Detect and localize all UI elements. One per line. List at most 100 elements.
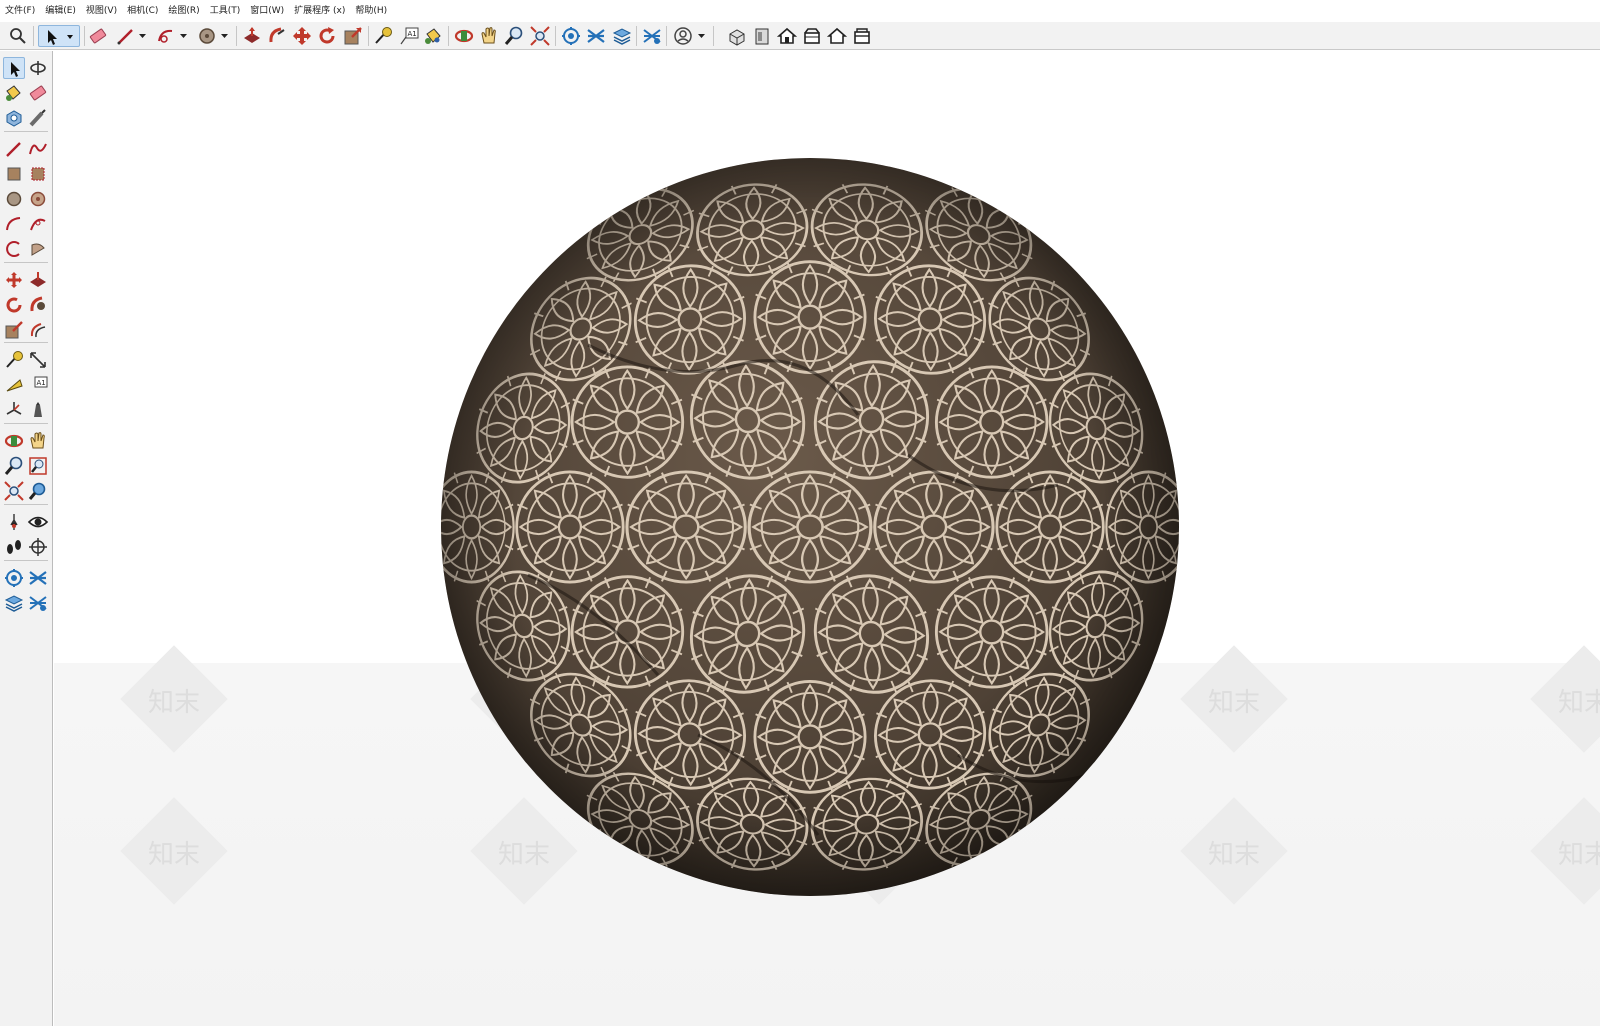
top-view-icon[interactable] xyxy=(776,25,798,47)
chevron-down-icon[interactable] xyxy=(138,31,147,40)
warehouse-icon[interactable] xyxy=(560,25,582,47)
extension-warehouse-icon[interactable] xyxy=(27,567,49,589)
menu-view[interactable]: 视图(V) xyxy=(81,0,122,22)
previous-view-icon[interactable] xyxy=(27,480,49,502)
iso-view-icon[interactable] xyxy=(726,25,748,47)
tape-measure-icon[interactable] xyxy=(3,349,25,371)
select-arrow-icon[interactable] xyxy=(38,25,80,47)
back-view-icon[interactable] xyxy=(851,25,873,47)
two-point-arc-icon[interactable] xyxy=(27,213,49,235)
pie-icon[interactable] xyxy=(27,238,49,260)
text-icon[interactable]: A1 xyxy=(27,374,49,396)
eraser-icon[interactable] xyxy=(27,82,49,104)
layer-icon[interactable] xyxy=(3,592,25,614)
left-toolbar: A1 xyxy=(0,51,53,1026)
rotate-icon[interactable] xyxy=(3,294,25,316)
svg-text:A1: A1 xyxy=(37,379,46,387)
chevron-down-icon[interactable] xyxy=(220,31,229,40)
pencil-icon[interactable] xyxy=(27,107,49,129)
zoom-extents-icon[interactable] xyxy=(3,480,25,502)
arc-icon[interactable] xyxy=(155,25,177,47)
polygon-icon[interactable] xyxy=(27,188,49,210)
zoom-icon[interactable] xyxy=(503,25,525,47)
walk-icon[interactable] xyxy=(3,536,25,558)
main-toolbar: A1 xyxy=(0,22,1600,50)
styles-icon[interactable] xyxy=(27,592,49,614)
push-pull-icon[interactable] xyxy=(27,269,49,291)
three-point-arc-icon[interactable] xyxy=(3,238,25,260)
component-icon[interactable] xyxy=(3,107,25,129)
menu-window[interactable]: 窗口(W) xyxy=(245,0,289,22)
rotate-icon[interactable] xyxy=(316,25,338,47)
layers-icon[interactable] xyxy=(611,25,633,47)
menu-tools[interactable]: 工具(T) xyxy=(205,0,246,22)
zoom-extents-icon[interactable] xyxy=(529,25,551,47)
model-viewport[interactable]: 知末知末知末知末知末知末知末知末知末 xyxy=(54,51,1600,1026)
menu-extensions[interactable]: 扩展程序 (x) xyxy=(289,0,350,22)
chevron-down-icon[interactable] xyxy=(179,31,188,40)
watermark-text: 知末 xyxy=(1207,688,1260,718)
line-pencil-icon[interactable] xyxy=(115,25,137,47)
circle-icon[interactable] xyxy=(196,25,218,47)
scale-icon[interactable] xyxy=(3,319,25,341)
watermark-text: 知末 xyxy=(147,840,200,870)
zoom-icon[interactable] xyxy=(3,455,25,477)
text-icon[interactable]: A1 xyxy=(398,25,420,47)
menu-camera[interactable]: 相机(C) xyxy=(122,0,163,22)
orbit-small-icon[interactable] xyxy=(27,57,49,79)
textured-sphere[interactable] xyxy=(438,155,1182,899)
tape-measure-icon[interactable] xyxy=(372,25,394,47)
offset-icon[interactable] xyxy=(27,319,49,341)
watermark-text: 知末 xyxy=(1557,688,1600,718)
rectangle-icon[interactable] xyxy=(3,163,25,185)
pan-icon[interactable] xyxy=(27,430,49,452)
paint-icon[interactable] xyxy=(3,82,25,104)
freehand-icon[interactable] xyxy=(27,138,49,160)
toolbar-separator xyxy=(4,504,48,505)
look-around-icon[interactable] xyxy=(27,511,49,533)
toolbar-separator xyxy=(4,342,48,343)
rotated-rectangle-icon[interactable] xyxy=(27,163,49,185)
toolbar-separator xyxy=(4,262,48,263)
section-plane-icon[interactable] xyxy=(27,536,49,558)
extension-icon[interactable] xyxy=(585,25,607,47)
protractor-icon[interactable] xyxy=(3,374,25,396)
menu-help[interactable]: 帮助(H) xyxy=(350,0,392,22)
arc-icon[interactable] xyxy=(3,213,25,235)
follow-me-icon[interactable] xyxy=(27,294,49,316)
styles-icon[interactable] xyxy=(641,25,663,47)
left-view-icon[interactable] xyxy=(801,25,823,47)
paint-bucket-icon[interactable] xyxy=(422,25,444,47)
search-icon[interactable] xyxy=(7,25,29,47)
watermark-text: 知末 xyxy=(1207,840,1260,870)
3d-text-icon[interactable] xyxy=(27,399,49,421)
select-icon[interactable] xyxy=(3,57,25,79)
pan-icon[interactable] xyxy=(478,25,500,47)
push-pull-icon[interactable] xyxy=(241,25,263,47)
menu-bar: 文件(F) 编辑(E) 视图(V) 相机(C) 绘图(R) 工具(T) 窗口(W… xyxy=(0,0,1600,22)
watermark-text: 知末 xyxy=(1557,840,1600,870)
move-icon[interactable] xyxy=(291,25,313,47)
toolbar-separator xyxy=(4,560,48,561)
orbit-icon[interactable] xyxy=(3,430,25,452)
zoom-window-icon[interactable] xyxy=(27,455,49,477)
line-icon[interactable] xyxy=(3,138,25,160)
position-camera-icon[interactable] xyxy=(3,511,25,533)
menu-file[interactable]: 文件(F) xyxy=(0,0,40,22)
menu-draw[interactable]: 绘图(R) xyxy=(163,0,204,22)
dimension-icon[interactable] xyxy=(27,349,49,371)
chevron-down-icon[interactable] xyxy=(697,31,706,40)
orbit-icon[interactable] xyxy=(453,25,475,47)
eraser-icon[interactable] xyxy=(87,25,109,47)
circle-icon[interactable] xyxy=(3,188,25,210)
menu-edit[interactable]: 编辑(E) xyxy=(40,0,81,22)
warehouse-icon[interactable] xyxy=(3,567,25,589)
follow-me-icon[interactable] xyxy=(266,25,288,47)
svg-text:A1: A1 xyxy=(408,30,417,38)
right-view-icon[interactable] xyxy=(826,25,848,47)
scale-icon[interactable] xyxy=(342,25,364,47)
account-icon[interactable] xyxy=(672,25,694,47)
move-icon[interactable] xyxy=(3,269,25,291)
front-view-icon[interactable] xyxy=(751,25,773,47)
axes-icon[interactable] xyxy=(3,399,25,421)
